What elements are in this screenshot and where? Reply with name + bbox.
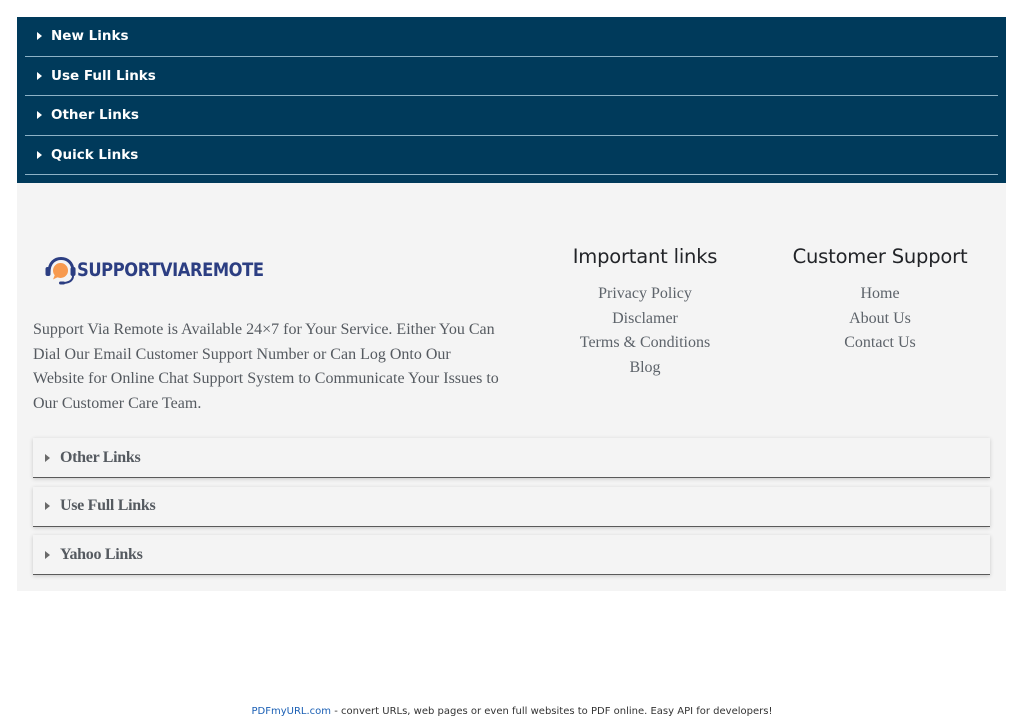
- accordion-item-label: New Links: [51, 28, 129, 45]
- contact-us-link[interactable]: Contact Us: [785, 331, 975, 356]
- footer-accordion: Other Links Use Full Links Yahoo Links: [33, 438, 990, 584]
- caret-right-icon: [45, 550, 50, 559]
- logo-wordmark: SUPPORTVIAREMOTE: [77, 259, 264, 281]
- headset-logo-icon: [45, 256, 76, 285]
- customer-support-list: Home About Us Contact Us: [785, 282, 975, 356]
- blog-link[interactable]: Blog: [555, 356, 735, 381]
- footer: SUPPORTVIAREMOTE Support Via Remote is A…: [17, 183, 1006, 591]
- caret-right-icon: [37, 150, 42, 159]
- top-accordion-item-new-links[interactable]: New Links: [25, 17, 998, 57]
- footer-accordion-item-yahoo-links[interactable]: Yahoo Links: [33, 535, 990, 575]
- footer-accordion-item-other-links[interactable]: Other Links: [33, 438, 990, 478]
- home-link[interactable]: Home: [785, 282, 975, 307]
- about-us-link[interactable]: About Us: [785, 307, 975, 332]
- customer-support-title: Customer Support: [792, 245, 968, 268]
- caret-right-icon: [45, 502, 50, 510]
- accordion-item-label: Use Full Links: [60, 497, 156, 514]
- privacy-policy-link[interactable]: Privacy Policy: [555, 282, 735, 307]
- logo[interactable]: SUPPORTVIAREMOTE: [44, 239, 294, 301]
- pdfmyurl-link[interactable]: PDFmyURL.com: [252, 706, 332, 717]
- top-accordion: New Links Use Full Links Other Links Qui…: [17, 17, 1006, 183]
- disclamer-link[interactable]: Disclamer: [555, 307, 735, 332]
- accordion-item-label: Use Full Links: [51, 67, 156, 84]
- top-accordion-item-other-links[interactable]: Other Links: [25, 96, 998, 136]
- caret-right-icon: [37, 71, 42, 80]
- pdf-bar-text: - convert URLs, web pages or even full w…: [331, 706, 773, 717]
- important-links-title: Important links: [572, 245, 718, 268]
- important-links-list: Privacy Policy Disclamer Terms & Conditi…: [555, 282, 735, 380]
- caret-right-icon: [45, 453, 50, 462]
- pdf-converter-bar: PDFmyURL.com - convert URLs, web pages o…: [0, 706, 1024, 717]
- accordion-item-label: Other Links: [51, 107, 139, 124]
- top-accordion-item-quick-links[interactable]: Quick Links: [25, 136, 998, 175]
- customer-support-column: Customer Support Home About Us Contact U…: [785, 245, 975, 356]
- accordion-item-label: Yahoo Links: [60, 545, 143, 563]
- footer-accordion-item-use-full-links[interactable]: Use Full Links: [33, 486, 990, 527]
- footer-description: Support Via Remote is Available 24×7 for…: [33, 321, 499, 412]
- caret-right-icon: [37, 32, 42, 41]
- terms-conditions-link[interactable]: Terms & Conditions: [555, 331, 735, 356]
- top-accordion-item-use-full-links[interactable]: Use Full Links: [25, 57, 998, 96]
- accordion-item-label: Other Links: [60, 448, 141, 466]
- caret-right-icon: [37, 111, 42, 120]
- accordion-item-label: Quick Links: [51, 146, 139, 163]
- important-links-column: Important links Privacy Policy Disclamer…: [555, 245, 735, 380]
